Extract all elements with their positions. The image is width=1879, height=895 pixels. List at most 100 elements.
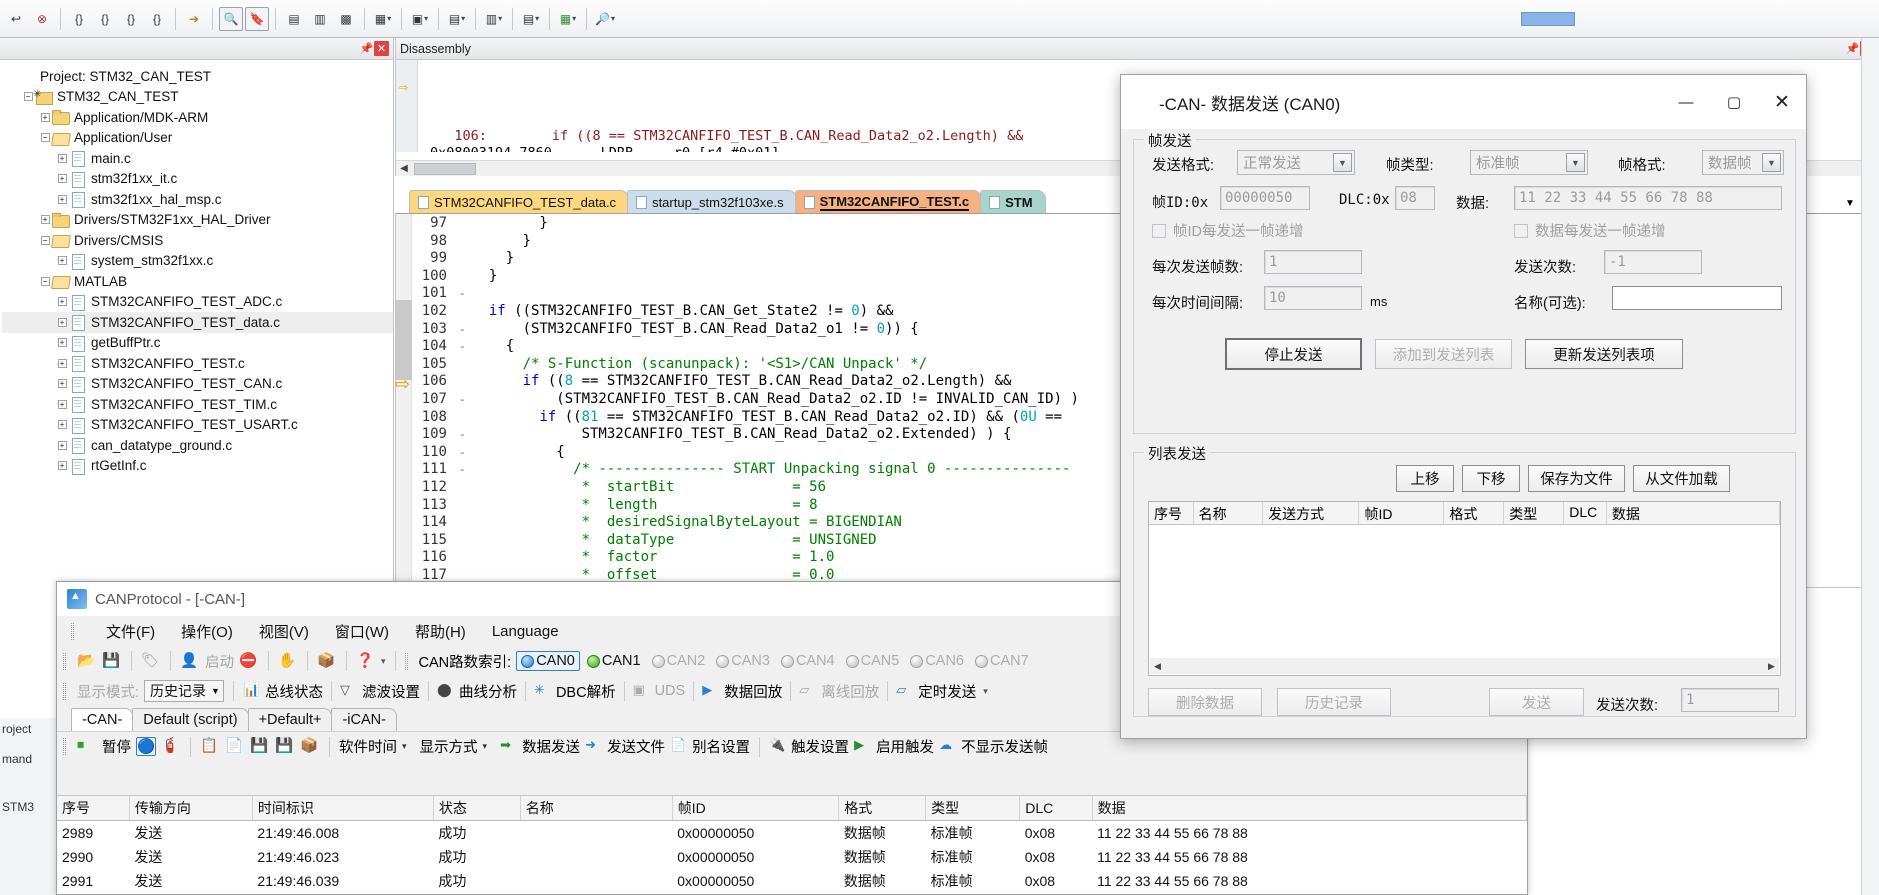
stm3-strip-label[interactable]: STM3 [0, 778, 56, 836]
can-log-table-wrap[interactable]: 序号传输方向时间标识状态名称帧ID格式类型DLC数据 2989发送21:49:4… [57, 795, 1527, 894]
close-icon[interactable]: ✕ [374, 41, 389, 56]
brace-prev-icon[interactable]: {} [93, 7, 117, 31]
menu-view[interactable]: 视图(V) [259, 621, 309, 642]
can-channel-can6[interactable]: CAN6 [906, 652, 968, 670]
table-column-header[interactable]: 格式 [839, 796, 926, 821]
tree-expander[interactable]: + [38, 215, 52, 224]
interval-input[interactable]: 10 [1264, 286, 1362, 310]
table-row[interactable]: 2989发送21:49:46.008成功0x00000050数据帧标准帧0x08… [57, 821, 1527, 846]
tree-expander[interactable]: + [55, 318, 69, 327]
window-icon[interactable]: ▦▾ [371, 7, 395, 31]
menu-help[interactable]: 帮助(H) [415, 621, 466, 642]
table-column-header[interactable]: 状态 [433, 796, 520, 821]
minimize-icon[interactable]: — [1662, 84, 1710, 120]
can-channel-can5[interactable]: CAN5 [842, 652, 904, 670]
tree-expander[interactable]: + [55, 256, 69, 265]
list2-icon[interactable]: ▥ [308, 7, 332, 31]
stop-send-button[interactable]: 停止发送 [1225, 338, 1362, 370]
menu-language[interactable]: Language [492, 623, 559, 640]
list-send-count-input[interactable]: 1 [1681, 688, 1779, 712]
options-icon[interactable]: ▤▾ [519, 7, 543, 31]
toolbar2-item[interactable]: ▣UDS [633, 682, 686, 701]
pause-icon[interactable]: ⏹ [77, 737, 97, 756]
tree-expander[interactable]: − [38, 236, 52, 245]
toolbar2-item[interactable]: ▽滤波设置 [340, 681, 420, 702]
toolbar-grip-3[interactable] [63, 683, 66, 700]
clear-log-icon[interactable]: 🧯 [161, 737, 181, 756]
send-list-hscrollbar[interactable]: ◀ ▶ [1150, 658, 1779, 674]
scroll-left-icon[interactable]: ◀ [1150, 661, 1165, 672]
can-channel-can4[interactable]: CAN4 [777, 652, 839, 670]
tree-item[interactable]: +can_datatype_ground.c [2, 435, 393, 456]
colorize-icon[interactable]: ▩ [334, 7, 358, 31]
table-row[interactable]: 2991发送21:49:46.039成功0x00000050数据帧标准帧0x08… [57, 869, 1527, 893]
history-button[interactable]: 历史记录 [1277, 688, 1391, 716]
brace-next-icon[interactable]: {} [119, 7, 143, 31]
insert-icon[interactable]: ➔ [182, 7, 206, 31]
pin-icon[interactable]: 📌 [359, 41, 374, 56]
data-send-dialog[interactable]: -CAN- 数据发送 (CAN0) — ▢ ✕ 帧发送 发送格式: 正常发送 ▼… [1120, 74, 1807, 739]
tree-item[interactable]: +STM32CANFIFO_TEST_data.c [2, 312, 393, 333]
brace-match-icon[interactable]: {} [145, 7, 169, 31]
send-list-column-header[interactable]: 帧ID [1359, 502, 1444, 524]
bookmark-icon[interactable]: 🔖 [245, 7, 269, 31]
tree-expander[interactable]: + [55, 338, 69, 347]
export-icon[interactable]: 💾 [275, 737, 295, 756]
tag-icon[interactable]: 🏷 [141, 652, 161, 671]
scroll-right-icon[interactable]: ▶ [1764, 661, 1779, 672]
toolbar2-item[interactable]: ▶数据回放 [702, 681, 782, 702]
package-icon[interactable]: 📦 [317, 652, 337, 671]
target-select[interactable]: ▣▾ [408, 7, 432, 31]
toolbar3-item[interactable]: 🔌触发设置 [769, 736, 849, 757]
add-to-list-button[interactable]: 添加到发送列表 [1375, 339, 1512, 369]
frame-format-select[interactable]: 数据帧 ▼ [1702, 150, 1784, 175]
table-row[interactable]: 2990发送21:49:46.023成功0x00000050数据帧标准帧0x08… [57, 845, 1527, 869]
move-up-button[interactable]: 上移 [1396, 465, 1454, 492]
build-icon[interactable]: ▤▾ [445, 7, 469, 31]
tree-expander[interactable]: − [38, 133, 52, 142]
clear-icon[interactable]: ✋ [278, 652, 298, 671]
frame-id-input[interactable]: 00000050 [1220, 186, 1310, 210]
tree-item[interactable]: +rtGetInf.c [2, 456, 393, 477]
project-icon[interactable]: ▦▾ [556, 7, 580, 31]
tree-expander[interactable]: + [55, 441, 69, 450]
send-list-column-header[interactable]: 数据 [1607, 502, 1780, 524]
can-channel-can3[interactable]: CAN3 [712, 652, 774, 670]
tree-item[interactable]: +STM32CANFIFO_TEST.c [2, 353, 393, 374]
can-log-table[interactable]: 序号传输方向时间标识状态名称帧ID格式类型DLC数据 2989发送21:49:4… [57, 796, 1527, 895]
chevron-down-icon[interactable]: ▼ [1845, 198, 1855, 209]
debug-icon[interactable]: ▥▾ [482, 7, 506, 31]
table-column-header[interactable]: 名称 [520, 796, 672, 821]
maximize-icon[interactable]: ▢ [1710, 84, 1758, 120]
tree-expander[interactable]: + [38, 113, 52, 122]
send-format-select[interactable]: 正常发送 ▼ [1237, 150, 1355, 175]
toolbar2-item[interactable]: ▱离线回放 [799, 681, 879, 702]
refresh-icon[interactable]: 🔵 [136, 737, 156, 756]
editor-tab[interactable]: STM32CANFIFO_TEST.c [795, 190, 983, 214]
send-list-column-header[interactable]: 格式 [1444, 502, 1504, 524]
send-list-column-header[interactable]: 名称 [1194, 502, 1264, 524]
can-channel-can0[interactable]: CAN0 [516, 651, 580, 671]
menubar-grip[interactable] [71, 623, 74, 640]
close-icon[interactable]: ✕ [1758, 84, 1806, 120]
toolbar2-item[interactable]: ⬤曲线分析 [437, 681, 517, 702]
tree-item[interactable]: +main.c [2, 148, 393, 169]
move-down-button[interactable]: 下移 [1462, 465, 1520, 492]
menu-window[interactable]: 窗口(W) [335, 621, 389, 642]
tree-expander[interactable]: + [55, 297, 69, 306]
frame-id-increment-checkbox[interactable]: 帧ID每发送一帧递增 [1152, 220, 1304, 241]
update-list-button[interactable]: 更新发送列表项 [1525, 339, 1683, 369]
search-icon[interactable]: 🔎▾ [593, 7, 617, 31]
tree-expander[interactable]: + [55, 461, 69, 470]
can-channel-can7[interactable]: CAN7 [971, 652, 1033, 670]
can-channel-can1[interactable]: CAN1 [583, 652, 645, 670]
toolbar-field[interactable] [1521, 12, 1575, 26]
table-column-header[interactable]: 传输方向 [129, 796, 252, 821]
toolbar-grip-2[interactable] [405, 653, 408, 670]
send-list-column-header[interactable]: DLC [1564, 502, 1607, 524]
tree-item[interactable]: +stm32f1xx_hal_msp.c [2, 189, 393, 210]
toolbar2-item[interactable]: ✳DBC解析 [534, 681, 616, 702]
help-icon[interactable]: ❓ [356, 652, 376, 671]
stop-icon[interactable]: ⛔ [239, 652, 259, 671]
display-mode-select[interactable]: 历史记录 ▼ [144, 680, 224, 702]
